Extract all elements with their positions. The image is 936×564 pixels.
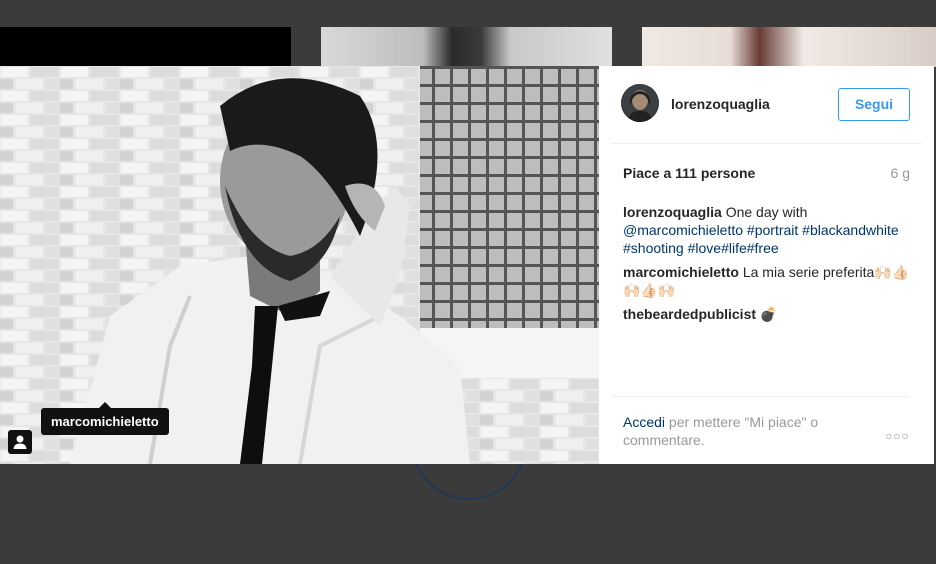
grid-thumbnail[interactable]	[0, 27, 291, 67]
post-header: lorenzoquaglia Segui	[611, 66, 922, 144]
ellipsis-icon[interactable]: ○○○	[885, 429, 910, 443]
avatar[interactable]	[621, 84, 659, 122]
comments-list: lorenzoquaglia One day with @marcomichie…	[623, 203, 915, 329]
grid-thumbnail[interactable]	[642, 27, 936, 67]
list-item: thebeardedpublicist 💣	[623, 305, 915, 323]
post-modal: marcomichieletto lorenzoquaglia Segui Pi…	[0, 66, 934, 464]
post-photo[interactable]: marcomichieletto	[0, 66, 599, 464]
photo-user-tag[interactable]: marcomichieletto	[41, 402, 169, 435]
post-sidebar: lorenzoquaglia Segui Piace a 111 persone…	[599, 66, 934, 464]
post-age[interactable]: 6 g	[891, 165, 910, 181]
comment-username[interactable]: marcomichieletto	[623, 264, 739, 280]
list-item: marcomichieletto La mia serie preferita🙌…	[623, 263, 915, 299]
comment-username[interactable]: lorenzoquaglia	[623, 204, 722, 220]
portrait-image	[0, 66, 599, 464]
login-prompt: Accedi per mettere "Mi piace" o commenta…	[623, 413, 853, 449]
comment-text: 💣	[759, 306, 778, 322]
post-username[interactable]: lorenzoquaglia	[671, 96, 770, 112]
login-link[interactable]: Accedi	[623, 414, 665, 430]
list-item: lorenzoquaglia One day with @marcomichie…	[623, 203, 915, 257]
post-footer: Accedi per mettere "Mi piace" o commenta…	[611, 396, 910, 448]
comment-text: One day with	[725, 204, 808, 220]
grid-thumbnail[interactable]	[321, 27, 612, 67]
comment-username[interactable]: thebeardedpublicist	[623, 306, 756, 322]
person-icon[interactable]	[8, 430, 32, 454]
follow-button[interactable]: Segui	[838, 88, 910, 121]
mention-link[interactable]: @marcomichieletto	[623, 222, 743, 238]
likes-count[interactable]: Piace a 111 persone	[623, 165, 755, 181]
